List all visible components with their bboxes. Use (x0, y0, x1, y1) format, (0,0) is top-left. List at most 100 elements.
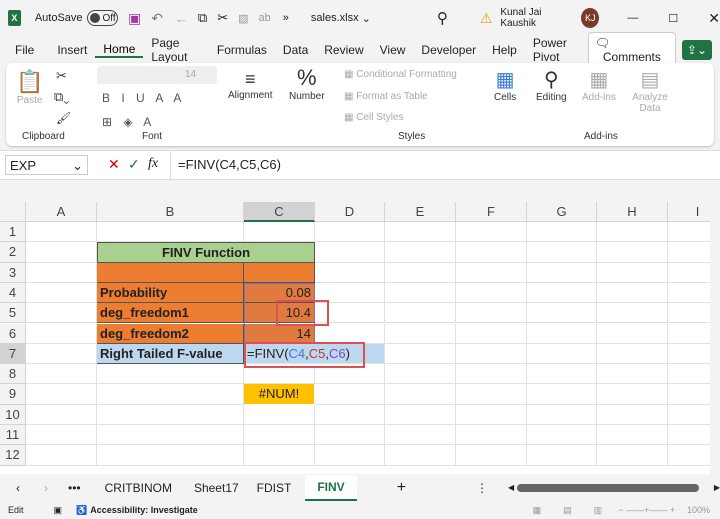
row-header-7[interactable]: 7 (0, 343, 26, 365)
cell[interactable] (456, 404, 527, 425)
cell-C4[interactable]: 0.08 (244, 282, 315, 304)
cell[interactable] (597, 364, 668, 385)
cell[interactable] (244, 222, 315, 243)
maximize-button[interactable]: ☐ (668, 12, 678, 25)
cancel-icon[interactable]: ✕ (108, 156, 120, 173)
cell[interactable] (527, 242, 597, 263)
row-header-10[interactable]: 10 (0, 404, 26, 425)
cut-icon[interactable]: ✂ (56, 68, 67, 84)
cell[interactable] (668, 384, 710, 405)
copy-icon[interactable]: ⧉⌄ (54, 89, 69, 105)
cell[interactable] (668, 263, 710, 283)
cell[interactable] (385, 282, 456, 304)
cell[interactable] (456, 242, 527, 263)
filename[interactable]: sales.xlsx (311, 12, 359, 24)
column-header-E[interactable]: E (385, 202, 456, 222)
cell[interactable] (385, 343, 456, 365)
cell[interactable] (597, 404, 668, 425)
cell[interactable] (456, 364, 527, 385)
search-icon[interactable]: ⚲ (437, 9, 448, 27)
cell[interactable] (315, 425, 385, 446)
cell[interactable] (385, 404, 456, 425)
cell[interactable] (527, 282, 597, 304)
cell[interactable] (527, 384, 597, 405)
addins-button[interactable]: ▦ Add-ins (582, 67, 616, 103)
cell[interactable] (668, 324, 710, 344)
back-icon[interactable]: ← (175, 11, 188, 26)
share-button[interactable]: ⇪⌄ (681, 40, 712, 60)
cell[interactable] (244, 404, 315, 425)
cell[interactable] (527, 323, 597, 344)
cell[interactable] (315, 262, 385, 283)
sheet-tab-sheet17[interactable]: Sheet17 (194, 481, 239, 495)
cell[interactable] (26, 404, 97, 425)
cell[interactable] (597, 242, 668, 263)
cell-C6[interactable]: 14 (244, 323, 315, 344)
row-header-11[interactable]: 11 (0, 425, 26, 446)
cell[interactable] (597, 222, 668, 243)
tab-home[interactable]: Home (95, 42, 144, 58)
column-header-C[interactable]: C (244, 202, 315, 222)
cell[interactable] (527, 425, 597, 446)
cell[interactable] (97, 445, 244, 466)
cell[interactable] (668, 303, 710, 324)
cell[interactable] (385, 242, 456, 263)
cell[interactable] (385, 262, 456, 283)
cell[interactable] (527, 303, 597, 324)
cell-C3[interactable] (244, 262, 315, 283)
save-icon[interactable]: ▣ (128, 10, 141, 27)
cell[interactable] (597, 303, 668, 324)
page-layout-view-icon[interactable]: ▤ (563, 505, 572, 516)
cell[interactable] (26, 303, 97, 324)
minimize-button[interactable]: — (627, 12, 638, 24)
column-header-H[interactable]: H (597, 202, 668, 222)
cell[interactable] (315, 384, 385, 405)
zoom-level[interactable]: 100% (687, 505, 710, 515)
cell[interactable] (385, 222, 456, 243)
row-header-2[interactable]: 2 (0, 242, 26, 263)
cell[interactable] (597, 323, 668, 344)
cell[interactable] (244, 445, 315, 466)
row-header-5[interactable]: 5 (0, 303, 26, 324)
format-painter-icon[interactable]: 🖌 (56, 111, 71, 125)
cell[interactable] (97, 425, 244, 446)
cell[interactable] (456, 445, 527, 466)
cell[interactable] (26, 222, 97, 243)
cell-styles-button[interactable]: ▦ Cell Styles (344, 112, 403, 123)
editing-button[interactable]: ⚲ Editing (536, 67, 567, 103)
formula-input[interactable]: =FINV(C4,C5,C6) (178, 157, 281, 172)
cell[interactable] (527, 404, 597, 425)
cell-B5[interactable]: deg_freedom1 (97, 303, 244, 324)
cell-C7-editing[interactable]: =FINV(C4,C5,C6) (244, 343, 385, 365)
cell[interactable] (385, 323, 456, 344)
cell[interactable] (97, 364, 244, 385)
tab-review[interactable]: Review (316, 43, 371, 57)
cell[interactable] (456, 303, 527, 324)
tab-formulas[interactable]: Formulas (209, 43, 275, 57)
cell[interactable] (527, 343, 597, 365)
row-header-8[interactable]: 8 (0, 364, 26, 385)
cell[interactable] (456, 282, 527, 304)
tab-view[interactable]: View (372, 43, 414, 57)
insert-function-button[interactable]: fx (148, 156, 158, 172)
select-all-button[interactable] (0, 202, 26, 222)
spelling-icon[interactable]: ab (259, 12, 271, 24)
cell[interactable] (315, 303, 385, 324)
cell-C5[interactable]: 10.4 (244, 303, 315, 324)
cell[interactable] (315, 323, 385, 344)
cell[interactable] (97, 384, 244, 405)
sheet-tab-fdist[interactable]: FDIST (257, 481, 292, 495)
cell[interactable] (597, 425, 668, 446)
cells-button[interactable]: ▦ Cells (494, 67, 516, 103)
more-sheets-icon[interactable]: ••• (68, 481, 81, 495)
font-size-box[interactable]: 14 (182, 66, 217, 84)
cell[interactable] (315, 222, 385, 243)
cell[interactable] (456, 384, 527, 405)
tab-data[interactable]: Data (275, 43, 316, 57)
format-icon[interactable]: ▨ (238, 12, 248, 25)
options-icon[interactable]: ⋮ (476, 481, 488, 495)
avatar[interactable]: KJ (581, 8, 600, 28)
cell[interactable] (26, 242, 97, 263)
cell[interactable] (668, 445, 710, 466)
cell-B4[interactable]: Probability (97, 282, 244, 304)
